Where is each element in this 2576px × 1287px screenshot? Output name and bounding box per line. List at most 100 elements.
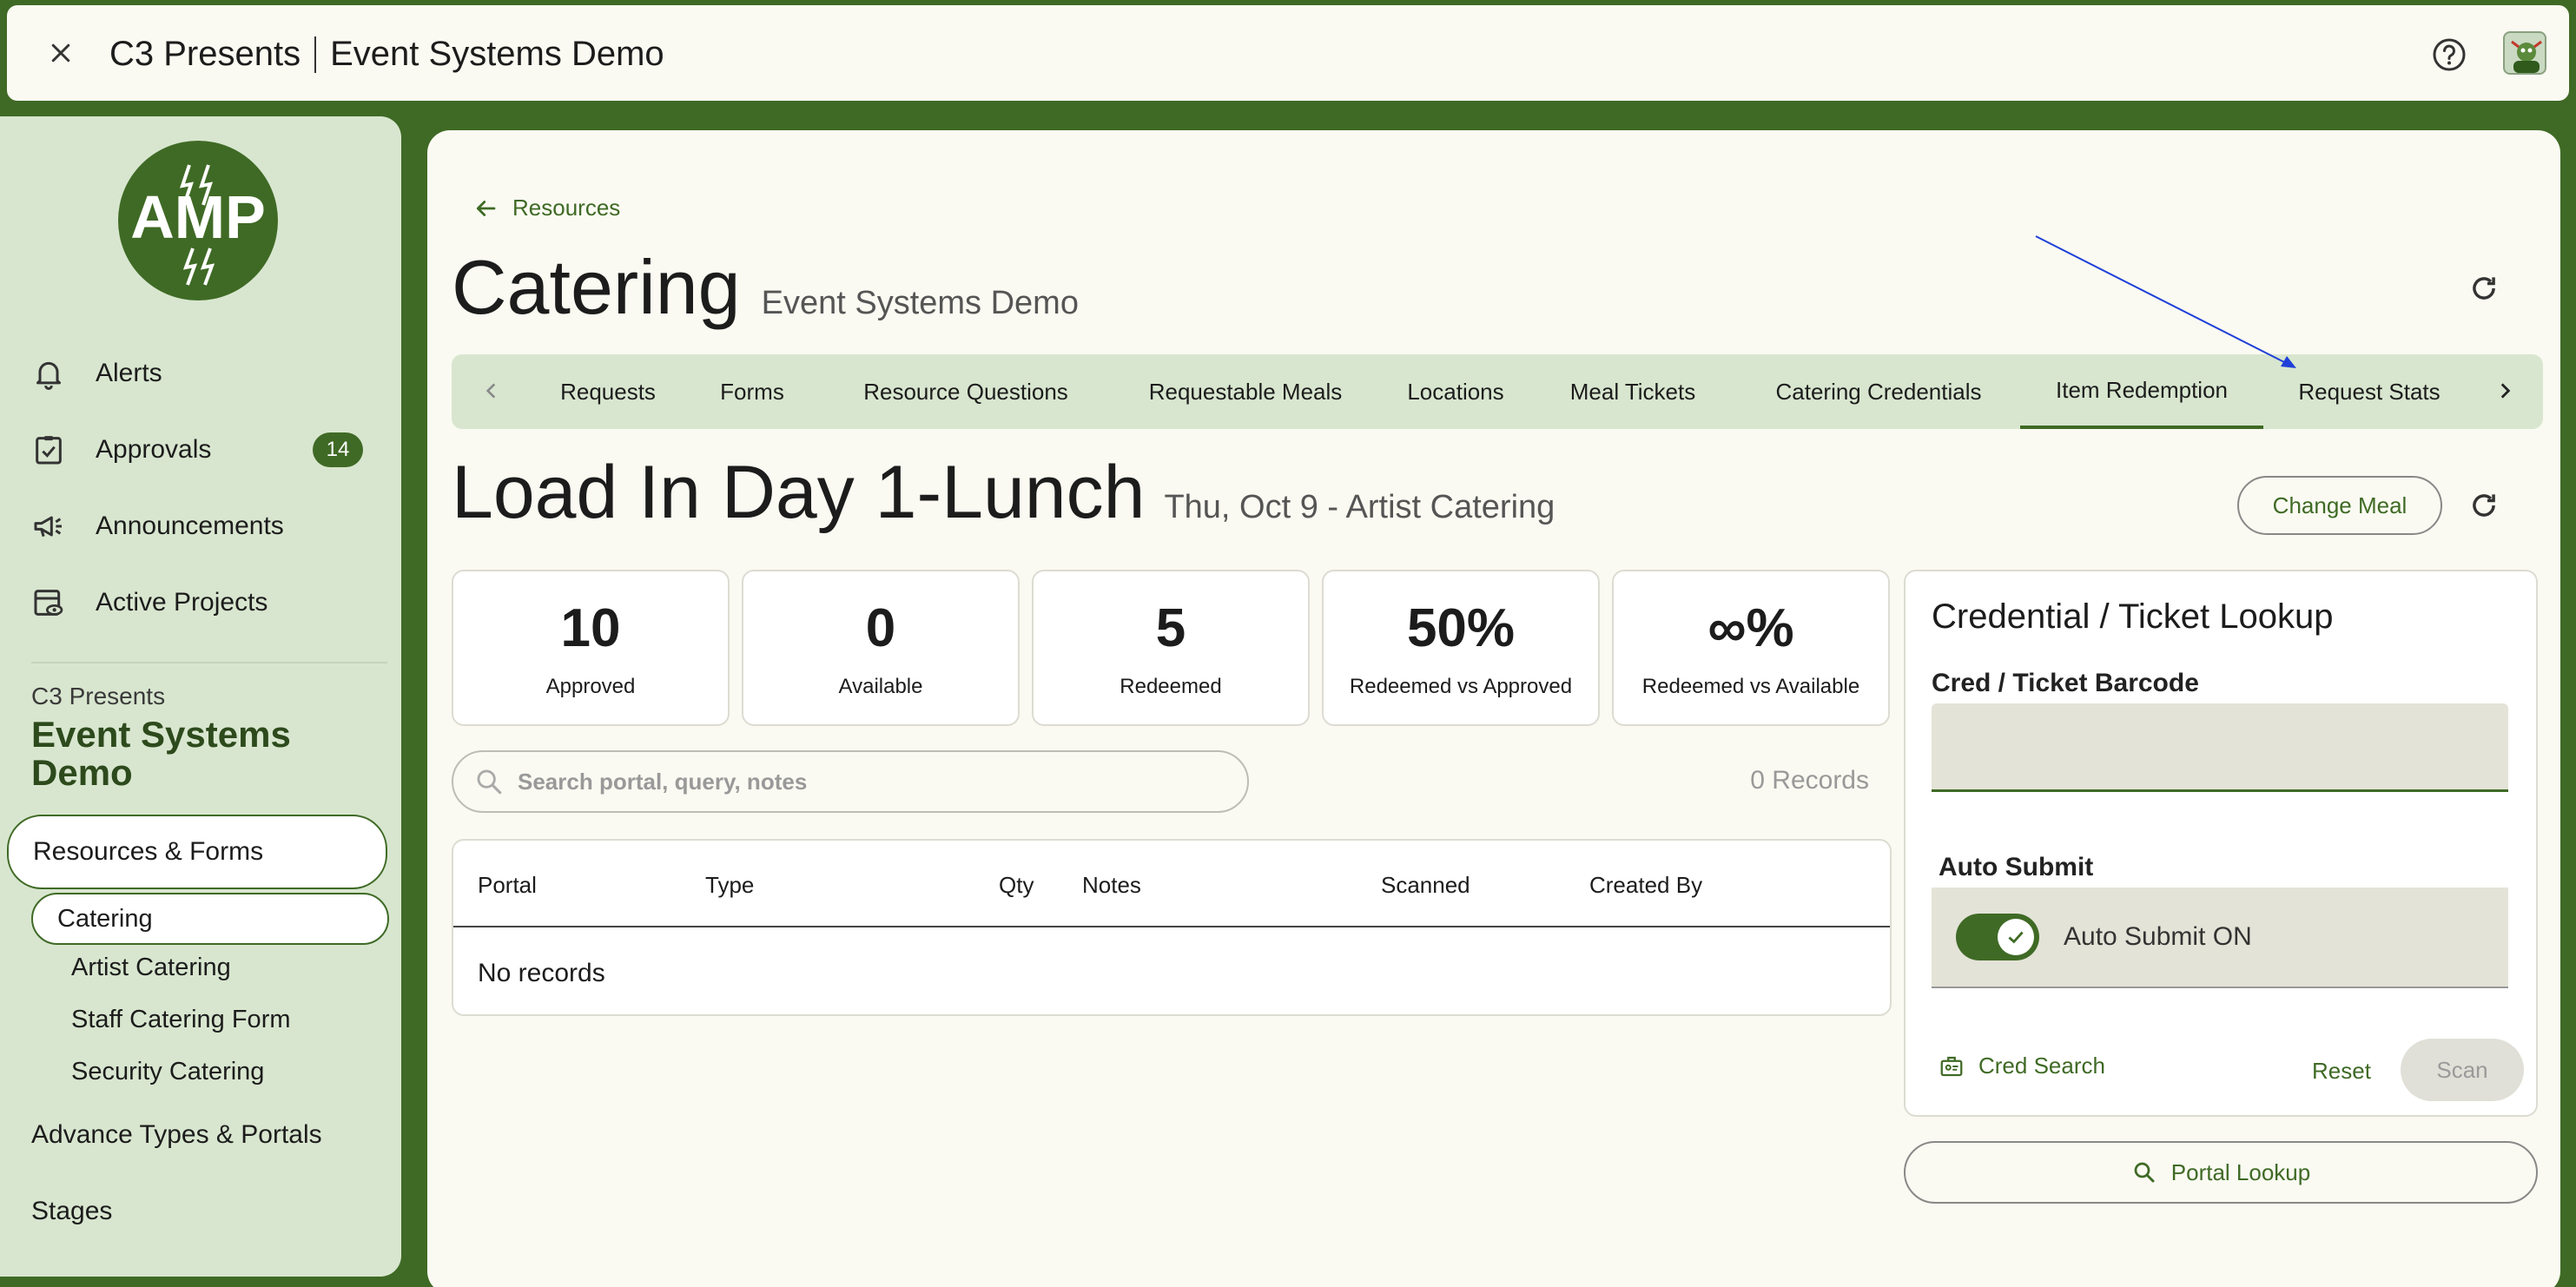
stat-value: ∞% — [1707, 597, 1794, 658]
check-icon — [1998, 919, 2034, 955]
cred-search-label: Cred Search — [1978, 1053, 2105, 1079]
nav-active-projects[interactable]: Active Projects — [31, 578, 268, 627]
meal-title: Load In Day 1-Lunch Thu, Oct 9 - Artist … — [452, 450, 1555, 536]
lookup-title: Credential / Ticket Lookup — [1932, 597, 2334, 636]
sidebar-org-name: C3 Presents — [31, 683, 166, 710]
sidebar-item-resources-forms-label: Resources & Forms — [33, 837, 264, 866]
help-icon[interactable] — [2428, 34, 2470, 76]
page-title: Catering Event Systems Demo — [452, 243, 1079, 332]
id-badge-icon — [1940, 1056, 1963, 1076]
nav-alerts[interactable]: Alerts — [31, 349, 162, 398]
clipboard-check-icon — [36, 436, 62, 465]
stat-label: Redeemed vs Approved — [1349, 674, 1573, 698]
search-icon — [477, 769, 502, 795]
barcode-input[interactable] — [1932, 703, 2508, 792]
tab-forms[interactable]: Forms — [684, 354, 820, 429]
portal-lookup-label: Portal Lookup — [2170, 1158, 2311, 1185]
tab-resource-questions[interactable]: Resource Questions — [822, 354, 1110, 429]
stat-label: Redeemed vs Available — [1641, 674, 1860, 698]
column-header-type[interactable]: Type — [705, 872, 754, 899]
window-title: C3 Presents Event Systems Demo — [109, 35, 664, 74]
stat-label: Available — [838, 674, 923, 698]
portal-lookup-button[interactable]: Portal Lookup — [1904, 1141, 2538, 1204]
nav-announcements-label: Announcements — [96, 512, 284, 540]
back-to-resources[interactable]: Resources — [472, 195, 620, 221]
megaphone-icon — [34, 516, 62, 538]
cred-search-button[interactable]: Cred Search — [1939, 1053, 2105, 1079]
stat-card-redeemed: 5 Redeemed — [1032, 570, 1310, 726]
stat-label: Redeemed — [1120, 674, 1222, 698]
search-input[interactable] — [518, 768, 1247, 795]
sidebar-item-security-catering[interactable]: Security Catering — [71, 1058, 264, 1086]
stat-card-redeemed-vs-available: ∞% Redeemed vs Available — [1612, 570, 1890, 726]
sidebar-divider — [31, 662, 387, 663]
empty-table-message: No records — [478, 959, 605, 987]
sidebar-item-catering-label: Catering — [57, 904, 153, 933]
approvals-count-badge: 14 — [313, 432, 363, 467]
redemption-table: Portal Type Qty Notes Scanned Created By… — [452, 839, 1892, 1016]
stat-card-available: 0 Available — [742, 570, 1020, 726]
search-box — [452, 750, 1249, 813]
calendar-eye-icon — [34, 590, 63, 616]
stat-card-redeemed-vs-approved: 50% Redeemed vs Approved — [1322, 570, 1600, 726]
chevron-left-icon[interactable] — [474, 373, 509, 408]
refresh-icon[interactable] — [2465, 269, 2503, 307]
close-icon[interactable] — [42, 34, 80, 72]
tab-meal-tickets[interactable]: Meal Tickets — [1532, 354, 1734, 429]
sidebar-item-artist-catering[interactable]: Artist Catering — [71, 954, 231, 982]
tab-item-redemption[interactable]: Item Redemption — [2020, 354, 2263, 429]
auto-submit-label: Auto Submit — [1939, 853, 2094, 881]
tab-locations[interactable]: Locations — [1381, 354, 1530, 429]
search-icon — [2134, 1162, 2155, 1183]
nav-approvals-label: Approvals — [96, 435, 212, 464]
scan-button[interactable]: Scan — [2401, 1039, 2524, 1101]
column-header-portal[interactable]: Portal — [478, 872, 537, 899]
amp-logo[interactable]: AMP — [118, 141, 278, 300]
title-divider — [314, 36, 317, 73]
change-meal-button[interactable]: Change Meal — [2237, 476, 2442, 535]
meal-subtitle: Thu, Oct 9 - Artist Catering — [1164, 489, 1556, 525]
nav-alerts-label: Alerts — [96, 359, 162, 387]
column-header-qty[interactable]: Qty — [999, 872, 1034, 899]
main-panel: Resources Catering Event Systems Demo Re… — [427, 130, 2560, 1287]
chevron-right-icon[interactable] — [2487, 373, 2522, 408]
tab-request-stats[interactable]: Request Stats — [2265, 354, 2474, 429]
auto-submit-row: Auto Submit ON — [1932, 888, 2508, 988]
reset-button[interactable]: Reset — [2312, 1058, 2371, 1085]
tab-catering-credentials[interactable]: Catering Credentials — [1735, 354, 2022, 429]
table-header-divider — [453, 926, 1890, 927]
stat-value: 10 — [560, 597, 621, 658]
back-label: Resources — [512, 195, 621, 221]
sidebar-project-name: Event Systems Demo — [31, 714, 291, 793]
stat-value: 0 — [865, 597, 896, 658]
sidebar-item-advance-types[interactable]: Advance Types & Portals — [31, 1120, 322, 1150]
auto-submit-status: Auto Submit ON — [2064, 922, 2252, 951]
stat-value: 50% — [1406, 597, 1516, 658]
sidebar-item-staff-catering-form[interactable]: Staff Catering Form — [71, 1006, 291, 1034]
tab-requestable-meals[interactable]: Requestable Meals — [1112, 354, 1379, 429]
sidebar-item-resources-forms[interactable]: Resources & Forms — [7, 815, 387, 889]
column-header-created-by[interactable]: Created By — [1589, 872, 1702, 899]
column-header-scanned[interactable]: Scanned — [1381, 872, 1470, 899]
top-bar: C3 Presents Event Systems Demo — [7, 5, 2569, 101]
page-title-text: Catering — [452, 244, 741, 330]
org-name: C3 Presents — [109, 35, 301, 73]
sidebar: AMP Alerts Approvals 14 Announcements Ac… — [0, 116, 401, 1277]
stat-card-approved: 10 Approved — [452, 570, 730, 726]
avatar[interactable] — [2503, 31, 2546, 75]
nav-approvals[interactable]: Approvals — [31, 426, 211, 474]
stat-label: Approved — [545, 674, 636, 698]
arrow-left-icon — [476, 200, 496, 216]
records-count: 0 Records — [1750, 766, 1869, 795]
barcode-label: Cred / Ticket Barcode — [1932, 669, 2199, 697]
tab-requests[interactable]: Requests — [533, 354, 683, 429]
page-subtitle: Event Systems Demo — [761, 285, 1079, 321]
sidebar-item-stages[interactable]: Stages — [31, 1197, 112, 1226]
refresh-meal-icon[interactable] — [2465, 486, 2503, 525]
sidebar-item-catering[interactable]: Catering — [31, 893, 389, 945]
column-header-notes[interactable]: Notes — [1082, 872, 1141, 899]
credential-lookup-panel: Credential / Ticket Lookup Cred / Ticket… — [1904, 570, 2538, 1117]
project-name: Event Systems Demo — [330, 35, 664, 73]
auto-submit-toggle[interactable] — [1956, 914, 2039, 960]
nav-announcements[interactable]: Announcements — [31, 502, 284, 551]
